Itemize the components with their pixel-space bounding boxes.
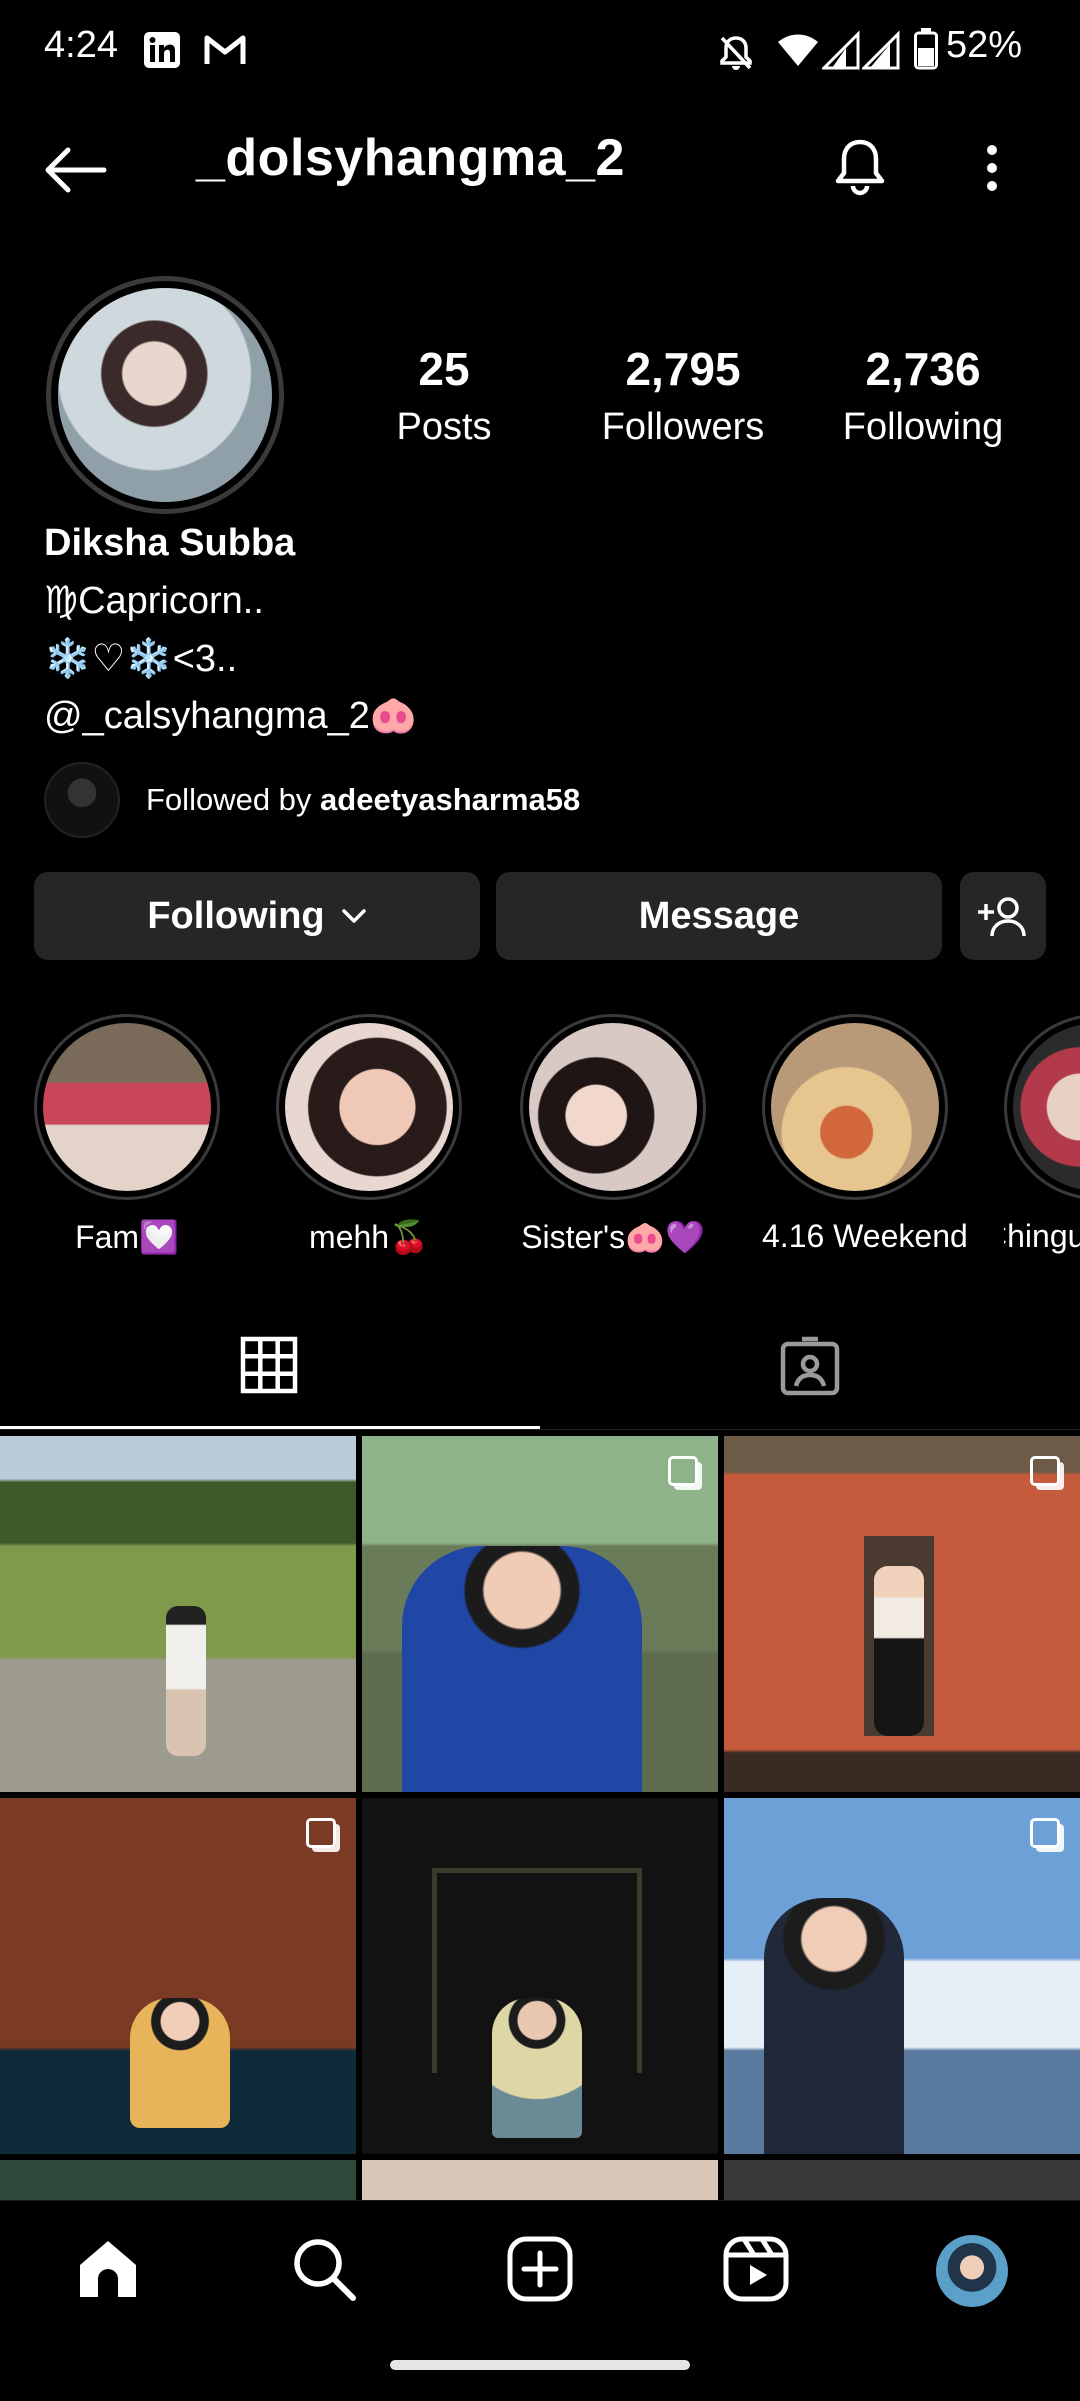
carousel-icon [306,1818,336,1848]
linkedin-icon [144,32,180,68]
bell-icon[interactable] [830,136,890,200]
profile-avatar[interactable] [46,276,284,514]
tab-divider [0,1429,1080,1430]
gmail-icon [204,35,246,64]
status-bar: 4:24 52% [0,0,1080,100]
followed-by-user: adeetyasharma58 [320,782,581,817]
stat-following[interactable]: 2,736 Following [823,342,1023,449]
posts-count: 25 [418,343,470,395]
gesture-home-bar[interactable] [390,2360,690,2370]
highlight-cover [771,1023,939,1191]
add-user-icon [978,897,1026,937]
bio-line-2: ❄️♡❄️<3.. [44,638,238,680]
post-thumbnail[interactable] [362,1436,718,1792]
followers-count: 2,795 [625,343,741,395]
highlight-cover [529,1023,697,1191]
tagged-icon[interactable] [780,1336,840,1396]
highlight-label: Fam💟 [75,1219,179,1255]
post-thumbnail[interactable] [0,1798,356,2154]
more-vertical-icon[interactable] [980,144,1004,194]
wifi-icon [778,34,818,66]
stat-posts[interactable]: 25 Posts [344,342,544,449]
highlight-item[interactable]: Chingu [1004,1014,1080,1255]
battery-percent: 52% [946,24,1023,66]
highlight-item[interactable]: Sister's🐽💜 [520,1014,706,1256]
back-arrow-icon[interactable] [42,146,108,194]
signal-icon-2 [862,30,900,70]
grid-icon[interactable] [240,1336,298,1394]
carousel-icon [668,1456,698,1486]
post-thumbnail[interactable] [0,1436,356,1792]
message-button-label: Message [638,894,800,937]
highlight-cover [1013,1023,1080,1191]
chevron-down-icon [341,909,366,923]
following-button-label: Following [147,894,325,937]
signal-icon [822,30,860,70]
highlight-item[interactable]: mehh🍒 [276,1014,462,1256]
highlight-item[interactable]: Fam💟 [34,1014,220,1256]
create-icon[interactable] [506,2235,574,2303]
carousel-icon [1030,1456,1060,1486]
reels-icon[interactable] [722,2235,790,2303]
highlight-cover [43,1023,211,1191]
mute-icon [720,36,752,70]
profile-username: _dolsyhangma_2 [196,129,625,187]
bio-line-1: ♍Capricorn.. [44,580,264,622]
posts-label: Posts [396,406,492,448]
highlight-label: 4.16 Weekend [762,1218,968,1254]
highlight-label: mehh🍒 [309,1219,429,1255]
following-button[interactable]: Following [34,872,480,960]
post-thumbnail[interactable] [362,1798,718,2154]
post-thumbnail[interactable] [0,2160,356,2200]
followed-by[interactable]: Followed by adeetyasharma58 [44,762,580,838]
highlight-label: Sister's🐽💜 [521,1219,705,1255]
bio-mention-link[interactable]: @_calsyhangma_2🐽 [44,694,417,738]
add-user-button[interactable] [960,872,1046,960]
post-thumbnail[interactable] [724,2160,1080,2200]
following-label: Following [842,406,1004,448]
highlight-label: Chingu [1004,1218,1080,1254]
highlight-cover [285,1023,453,1191]
status-time: 4:24 [44,24,118,66]
message-button[interactable]: Message [496,872,942,960]
followed-by-prefix: Followed by [146,782,321,817]
battery-icon [914,28,938,70]
followers-label: Followers [601,406,765,448]
post-thumbnail[interactable] [724,1798,1080,2154]
bottom-nav [0,2200,1080,2401]
follower-avatar [44,762,120,838]
profile-photo [58,288,272,502]
search-icon[interactable] [290,2235,358,2303]
profile-avatar-nav[interactable] [936,2235,1008,2307]
following-count: 2,736 [865,343,981,395]
post-thumbnail[interactable] [362,2160,718,2200]
post-thumbnail[interactable] [724,1436,1080,1792]
home-icon[interactable] [74,2235,142,2303]
carousel-icon [1030,1818,1060,1848]
profile-name: Diksha Subba [44,522,296,564]
highlight-item[interactable]: 4.16 Weekend [762,1014,968,1255]
stat-followers[interactable]: 2,795 Followers [583,342,783,449]
